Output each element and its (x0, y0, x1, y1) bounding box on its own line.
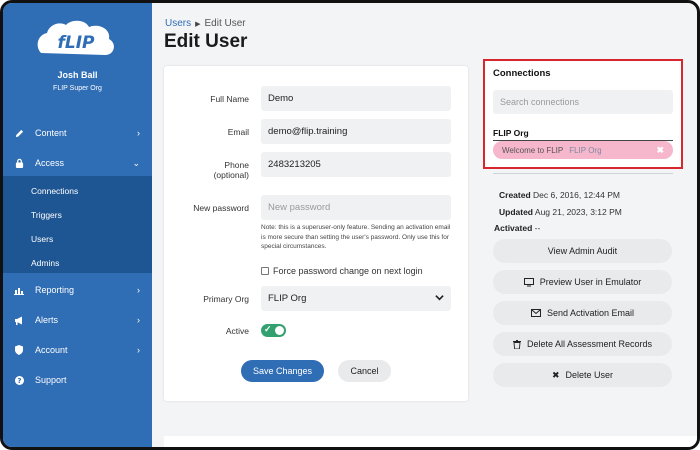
sidebar-item-label: Alerts (35, 315, 59, 325)
sidebar: fLIP Josh Ball FLIP Super Org Content › … (3, 3, 152, 447)
preview-user-button[interactable]: Preview User in Emulator (493, 270, 672, 294)
new-password-input[interactable]: New password (261, 195, 451, 220)
breadcrumb-current: Edit User (204, 18, 246, 29)
svg-text:fLIP: fLIP (57, 33, 95, 53)
updated-value: Aug 21, 2023, 3:12 PM (534, 207, 622, 217)
phone-optional-label: (optional) (213, 170, 249, 180)
created-label: Created (499, 190, 531, 200)
delete-assessment-records-label: Delete All Assessment Records (526, 339, 653, 349)
app-window: fLIP Josh Ball FLIP Super Org Content › … (0, 0, 700, 450)
sidebar-item-label: Account (35, 345, 68, 355)
close-icon[interactable]: ✖ (656, 145, 664, 156)
access-submenu: Connections Triggers Users Admins (3, 176, 152, 273)
send-activation-email-label: Send Activation Email (546, 308, 635, 318)
updated-info: Updated Aug 21, 2023, 3:12 PM (499, 207, 622, 217)
sidebar-item-connections[interactable]: Connections (31, 186, 78, 196)
sidebar-item-label: Access (35, 158, 65, 168)
svg-text:?: ? (17, 376, 21, 385)
toggle-knob (275, 326, 284, 335)
force-password-change-checkbox[interactable]: Force password change on next login (261, 266, 423, 276)
preview-user-label: Preview User in Emulator (539, 277, 642, 287)
chevron-right-icon: › (137, 128, 140, 138)
caret-right-icon: ▶ (195, 21, 201, 28)
sidebar-item-access[interactable]: Access ⌄ (3, 149, 152, 177)
chevron-down-icon (435, 293, 444, 305)
user-org: FLIP Super Org (53, 85, 102, 92)
delete-user-label: Delete User (565, 370, 614, 380)
trash-icon (512, 339, 521, 349)
connection-tag-label: Welcome to FLIP (502, 145, 564, 155)
help-circle-icon: ? (13, 375, 25, 385)
page-title: Edit User (164, 31, 248, 52)
close-icon: ✖ (551, 369, 560, 380)
email-label: Email (227, 127, 249, 137)
breadcrumb-users-link[interactable]: Users (165, 18, 191, 29)
active-label: Active (225, 326, 249, 336)
new-password-label: New password (193, 203, 249, 213)
cancel-button[interactable]: Cancel (338, 360, 391, 382)
primary-org-select[interactable]: FLIP Org (261, 286, 451, 311)
search-connections-input[interactable]: Search connections (493, 90, 673, 114)
primary-org-value: FLIP Org (268, 293, 307, 304)
connections-title: Connections (493, 68, 551, 79)
password-note: Note: this is a superuser-only feature. … (261, 224, 451, 250)
sidebar-item-support[interactable]: ? Support (3, 366, 152, 394)
breadcrumb: Users ▶ Edit User (165, 18, 246, 29)
chevron-right-icon: › (137, 345, 140, 355)
sidebar-item-content[interactable]: Content › (3, 119, 152, 147)
chevron-down-icon: ⌄ (132, 157, 140, 168)
active-toggle[interactable]: ✓ (261, 324, 286, 337)
sidebar-item-label: Support (35, 375, 67, 385)
primary-org-label: Primary Org (203, 294, 249, 304)
connection-tag-org: FLIP Org (569, 145, 602, 155)
sidebar-item-account[interactable]: Account › (3, 336, 152, 364)
user-name: Josh Ball (57, 70, 98, 80)
delete-assessment-records-button[interactable]: Delete All Assessment Records (493, 332, 672, 356)
monitor-icon (523, 277, 534, 287)
activated-info: Activated -- (494, 223, 540, 233)
updated-label: Updated (499, 207, 533, 217)
divider (493, 173, 673, 174)
created-value: Dec 6, 2016, 12:44 PM (533, 190, 620, 200)
connections-panel: Connections Search connections FLIP Org … (483, 59, 683, 169)
created-info: Created Dec 6, 2016, 12:44 PM (499, 190, 620, 200)
shield-icon (13, 345, 25, 355)
view-admin-audit-label: View Admin Audit (547, 246, 618, 256)
edit-user-form: Full Name Demo Email demo@flip.training … (164, 66, 468, 401)
flip-logo: fLIP (37, 20, 114, 55)
force-password-change-label: Force password change on next login (273, 266, 423, 276)
bar-chart-icon (13, 286, 25, 295)
activated-value: -- (534, 223, 541, 233)
connections-group-label: FLIP Org (493, 128, 673, 141)
sidebar-item-alerts[interactable]: Alerts › (3, 306, 152, 334)
activated-label: Activated (494, 223, 533, 233)
sidebar-item-triggers[interactable]: Triggers (31, 210, 62, 220)
sidebar-item-users[interactable]: Users (31, 234, 53, 244)
chevron-right-icon: › (137, 315, 140, 325)
checkbox-icon (261, 267, 269, 275)
phone-label: Phone (224, 160, 249, 170)
lock-icon (13, 158, 25, 168)
envelope-icon (530, 309, 541, 317)
email-input[interactable]: demo@flip.training (261, 119, 451, 144)
full-name-label: Full Name (210, 94, 249, 104)
sidebar-item-label: Reporting (35, 285, 75, 295)
chevron-right-icon: › (137, 285, 140, 295)
phone-input[interactable]: 2483213205 (261, 152, 451, 177)
check-icon: ✓ (264, 324, 272, 334)
sidebar-item-admins[interactable]: Admins (31, 258, 59, 268)
save-changes-button[interactable]: Save Changes (241, 360, 324, 382)
sidebar-item-label: Content (35, 128, 67, 138)
send-activation-email-button[interactable]: Send Activation Email (493, 301, 672, 325)
view-admin-audit-button[interactable]: View Admin Audit (493, 239, 672, 263)
secondary-card (164, 436, 697, 447)
sidebar-item-reporting[interactable]: Reporting › (3, 276, 152, 304)
megaphone-icon (13, 316, 25, 325)
pencil-icon (13, 129, 25, 138)
full-name-input[interactable]: Demo (261, 86, 451, 111)
delete-user-button[interactable]: ✖ Delete User (493, 363, 672, 387)
connection-tag[interactable]: Welcome to FLIP FLIP Org ✖ (493, 141, 673, 159)
